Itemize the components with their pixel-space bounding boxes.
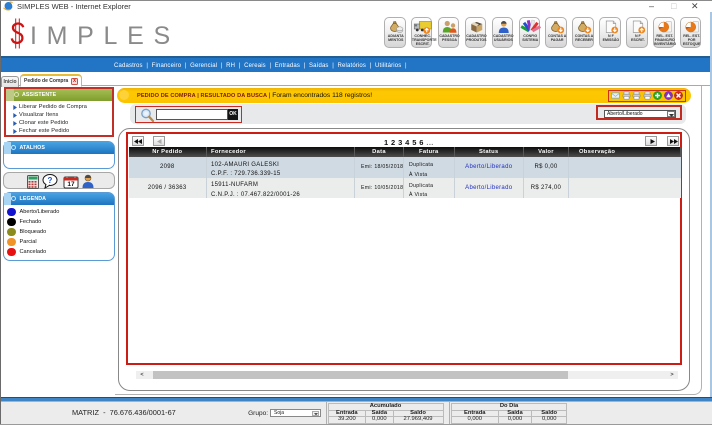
svg-text:17: 17 (67, 181, 75, 188)
svg-text:?: ? (47, 176, 52, 185)
